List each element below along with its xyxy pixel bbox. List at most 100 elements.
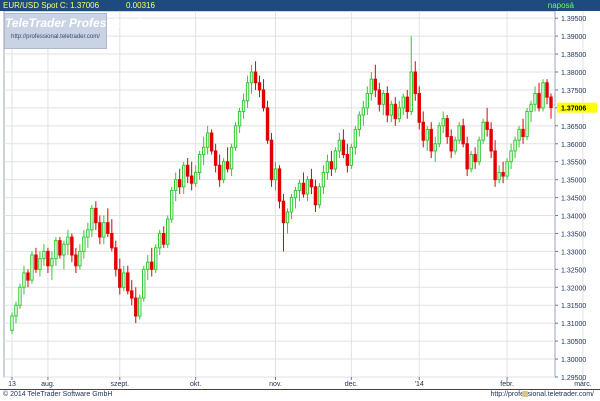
- gear-icon[interactable]: [522, 391, 528, 397]
- y-tick-label: 1.39500: [561, 16, 586, 23]
- candle-body: [233, 125, 238, 148]
- candle-body: [62, 243, 66, 256]
- footer-url-link[interactable]: http://professional.teletrader.com/: [491, 391, 595, 398]
- candle-body: [429, 128, 433, 152]
- candle[interactable]: [10, 312, 14, 334]
- candle-body: [82, 236, 86, 252]
- x-axis: 13 aug. szept. okt. nov. dec. '14 febr. márc.: [8, 377, 592, 388]
- candle[interactable]: [525, 107, 529, 141]
- candle-body: [221, 161, 226, 181]
- candle-body: [405, 96, 409, 112]
- candle[interactable]: [138, 294, 142, 320]
- candle-body: [146, 261, 150, 270]
- candle[interactable]: [18, 283, 22, 309]
- y-tick-label: 1.32000: [561, 285, 586, 292]
- candle-body: [158, 232, 162, 249]
- candle-body: [225, 161, 230, 170]
- candle[interactable]: [58, 237, 62, 259]
- candle-body: [34, 254, 38, 270]
- candle-body: [317, 186, 322, 206]
- candle-body: [537, 93, 541, 109]
- y-tick-label: 1.34000: [561, 214, 586, 221]
- candle-body: [46, 250, 50, 267]
- candle-body: [385, 93, 390, 116]
- candle[interactable]: [505, 158, 509, 180]
- candle-body: [425, 128, 429, 141]
- candle-body: [345, 154, 350, 166]
- candle-body: [509, 150, 513, 163]
- candle-body: [445, 118, 449, 138]
- candle-body: [173, 179, 178, 191]
- candle-body: [50, 258, 54, 267]
- x-tick-label: febr.: [500, 381, 514, 388]
- candle-body: [373, 78, 378, 91]
- y-tick-label: 1.33000: [561, 249, 586, 256]
- candle[interactable]: [457, 122, 461, 144]
- candle-body: [162, 232, 166, 245]
- interval-label[interactable]: naposá: [548, 0, 574, 11]
- candle[interactable]: [437, 122, 441, 148]
- candle-body: [42, 250, 46, 260]
- y-tick-label: 1.34500: [561, 196, 586, 203]
- candlestick-chart[interactable]: 1.39500 1.39000 1.38500 1.38000 1.37500 1.370…: [0, 0, 600, 400]
- y-tick-label: 1.39000: [561, 34, 586, 41]
- y-tick-label: 1.35000: [561, 178, 586, 185]
- candle[interactable]: [221, 158, 226, 184]
- candle[interactable]: [477, 136, 481, 166]
- candle-body: [417, 93, 421, 123]
- candle-body: [201, 146, 206, 156]
- candle[interactable]: [333, 147, 338, 173]
- candle[interactable]: [481, 118, 485, 144]
- candle-body: [397, 107, 401, 120]
- candle[interactable]: [142, 265, 146, 302]
- candle-body: [170, 189, 174, 220]
- symbol-label[interactable]: EUR/USD Spot C: 1.37006: [3, 0, 99, 11]
- y-axis: 1.39500 1.39000 1.38500 1.38000 1.37500 1.370…: [555, 16, 597, 382]
- y-tick-label: 1.38000: [561, 70, 586, 77]
- candle-body: [461, 125, 465, 145]
- candle[interactable]: [209, 129, 214, 155]
- candle-body: [54, 240, 58, 260]
- chart-window: 1.39500 1.39000 1.38500 1.38000 1.37500 1.370…: [0, 0, 600, 401]
- candle[interactable]: [541, 79, 545, 112]
- candle[interactable]: [30, 251, 34, 284]
- candle[interactable]: [349, 143, 354, 169]
- candle-body: [26, 272, 30, 281]
- candle-body: [102, 222, 106, 238]
- candle-body: [393, 103, 397, 120]
- candle-body: [357, 114, 362, 130]
- candle-body: [94, 207, 98, 224]
- candle[interactable]: [170, 186, 174, 223]
- candle-body: [325, 161, 330, 173]
- candle-body: [150, 261, 154, 270]
- candle-body: [237, 110, 242, 127]
- candle-body: [473, 154, 477, 163]
- candle-body: [10, 315, 14, 331]
- candle-body: [297, 182, 302, 191]
- candle[interactable]: [269, 133, 274, 187]
- candle[interactable]: [233, 122, 238, 151]
- candle[interactable]: [469, 150, 473, 173]
- candle-body: [66, 236, 70, 245]
- candle-body: [205, 132, 210, 148]
- candle[interactable]: [154, 244, 158, 273]
- candle-body: [529, 103, 533, 112]
- candle-body: [185, 164, 190, 177]
- y-tick-label: 1.36000: [561, 142, 586, 149]
- candle-body: [489, 128, 493, 152]
- candle[interactable]: [166, 215, 170, 248]
- candle-body: [285, 211, 290, 224]
- candle-body: [505, 161, 509, 177]
- y-tick-label: 1.32500: [561, 267, 586, 274]
- candle-body: [126, 272, 130, 292]
- candle[interactable]: [317, 183, 322, 209]
- candle-body: [110, 232, 114, 249]
- close-value: C: 1.37006: [59, 1, 100, 10]
- candle-body: [118, 268, 122, 288]
- change-value: 0.00316: [126, 1, 155, 10]
- candle-body: [58, 240, 62, 256]
- candle-body: [381, 93, 386, 105]
- candle-body: [493, 150, 497, 181]
- x-tick-label: márc.: [574, 381, 592, 388]
- last-value-label: 1.37006: [561, 106, 586, 113]
